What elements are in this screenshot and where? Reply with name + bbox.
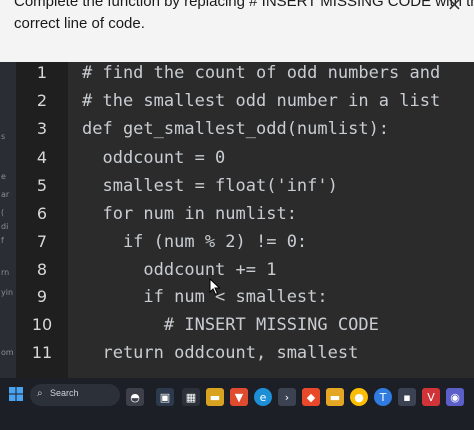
code-line[interactable]: return oddcount, smallest bbox=[82, 343, 358, 363]
fragment-text: s bbox=[1, 132, 6, 141]
fragment-text: yin bbox=[1, 288, 14, 297]
line-number: 4 bbox=[36, 148, 48, 167]
onedrive-icon[interactable]: T bbox=[374, 388, 392, 406]
code-line[interactable]: oddcount = 0 bbox=[82, 148, 225, 168]
code-editor[interactable]: 1 2 3 4 5 6 7 8 9 10 11 # find the count… bbox=[16, 62, 474, 378]
prompt-text-line-1: Complete the function by replacing # INS… bbox=[14, 0, 474, 10]
fragment-text: ar bbox=[1, 190, 10, 199]
code-line-missing-code[interactable]: # INSERT MISSING CODE bbox=[82, 315, 379, 335]
line-number: 3 bbox=[36, 119, 48, 138]
line-number: 5 bbox=[36, 176, 48, 195]
fragment-text: e bbox=[1, 172, 6, 181]
code-line[interactable]: # the smallest odd number in a list bbox=[82, 91, 440, 111]
question-prompt: Complete the function by replacing # INS… bbox=[0, 0, 474, 62]
line-number: 6 bbox=[36, 204, 48, 223]
line-number-gutter: 1 2 3 4 5 6 7 8 9 10 11 bbox=[16, 62, 68, 378]
code-line[interactable]: # find the count of odd numbers and bbox=[82, 63, 440, 83]
mouse-pointer-icon bbox=[209, 278, 221, 296]
windows-start-icon[interactable] bbox=[8, 386, 24, 402]
line-number: 2 bbox=[36, 91, 48, 110]
app-icon[interactable]: ◆ bbox=[302, 388, 320, 406]
edge-browser-icon[interactable]: e bbox=[254, 388, 272, 406]
terminal-icon[interactable]: › bbox=[278, 388, 296, 406]
widgets-icon[interactable]: ▦ bbox=[182, 388, 200, 406]
code-line[interactable]: def get_smallest_odd(numlist): bbox=[82, 119, 389, 139]
taskbar-search-box[interactable]: ⌕ Search bbox=[30, 384, 120, 406]
line-number: 7 bbox=[36, 232, 48, 251]
fragment-text: rn bbox=[1, 268, 10, 277]
chrome-browser-icon[interactable]: ● bbox=[350, 388, 368, 406]
line-number: 9 bbox=[36, 287, 48, 306]
copilot-icon[interactable]: ◓ bbox=[126, 388, 144, 406]
code-line[interactable]: for num in numlist: bbox=[82, 204, 296, 224]
fragment-text: f bbox=[1, 236, 4, 245]
line-number: 8 bbox=[36, 260, 48, 279]
prompt-text-line-2: correct line of code. bbox=[14, 15, 145, 32]
teams-icon[interactable]: ◉ bbox=[446, 388, 464, 406]
line-number: 10 bbox=[31, 315, 53, 334]
search-icon: ⌕ bbox=[37, 388, 43, 399]
store-icon[interactable]: ▬ bbox=[326, 388, 344, 406]
vivaldi-icon[interactable]: V bbox=[422, 388, 440, 406]
code-line[interactable]: smallest = float('inf') bbox=[82, 176, 337, 196]
fragment-text: di bbox=[1, 222, 9, 231]
line-number: 1 bbox=[36, 63, 48, 82]
background-window-strip: s e ar ( di f rn yin om bbox=[0, 62, 16, 378]
close-icon[interactable]: × bbox=[447, 0, 462, 15]
code-line[interactable]: oddcount += 1 bbox=[82, 260, 276, 280]
file-explorer-icon[interactable]: ▬ bbox=[206, 388, 224, 406]
firefox-icon[interactable]: ▪ bbox=[398, 388, 416, 406]
search-label: Search bbox=[50, 388, 79, 398]
windows-taskbar: ⌕ Search ◓ ▣ ▦ ▬ ▼ e › ◆ ▬ ● T ▪ V ◉ bbox=[0, 378, 474, 430]
code-line[interactable]: if (num % 2) != 0: bbox=[82, 232, 307, 252]
fragment-text: om bbox=[1, 348, 14, 357]
brave-browser-icon[interactable]: ▼ bbox=[230, 388, 248, 406]
code-line[interactable]: if num < smallest: bbox=[82, 287, 327, 307]
fragment-text: ( bbox=[1, 208, 5, 217]
line-number: 11 bbox=[31, 343, 53, 362]
task-view-icon[interactable]: ▣ bbox=[156, 388, 174, 406]
